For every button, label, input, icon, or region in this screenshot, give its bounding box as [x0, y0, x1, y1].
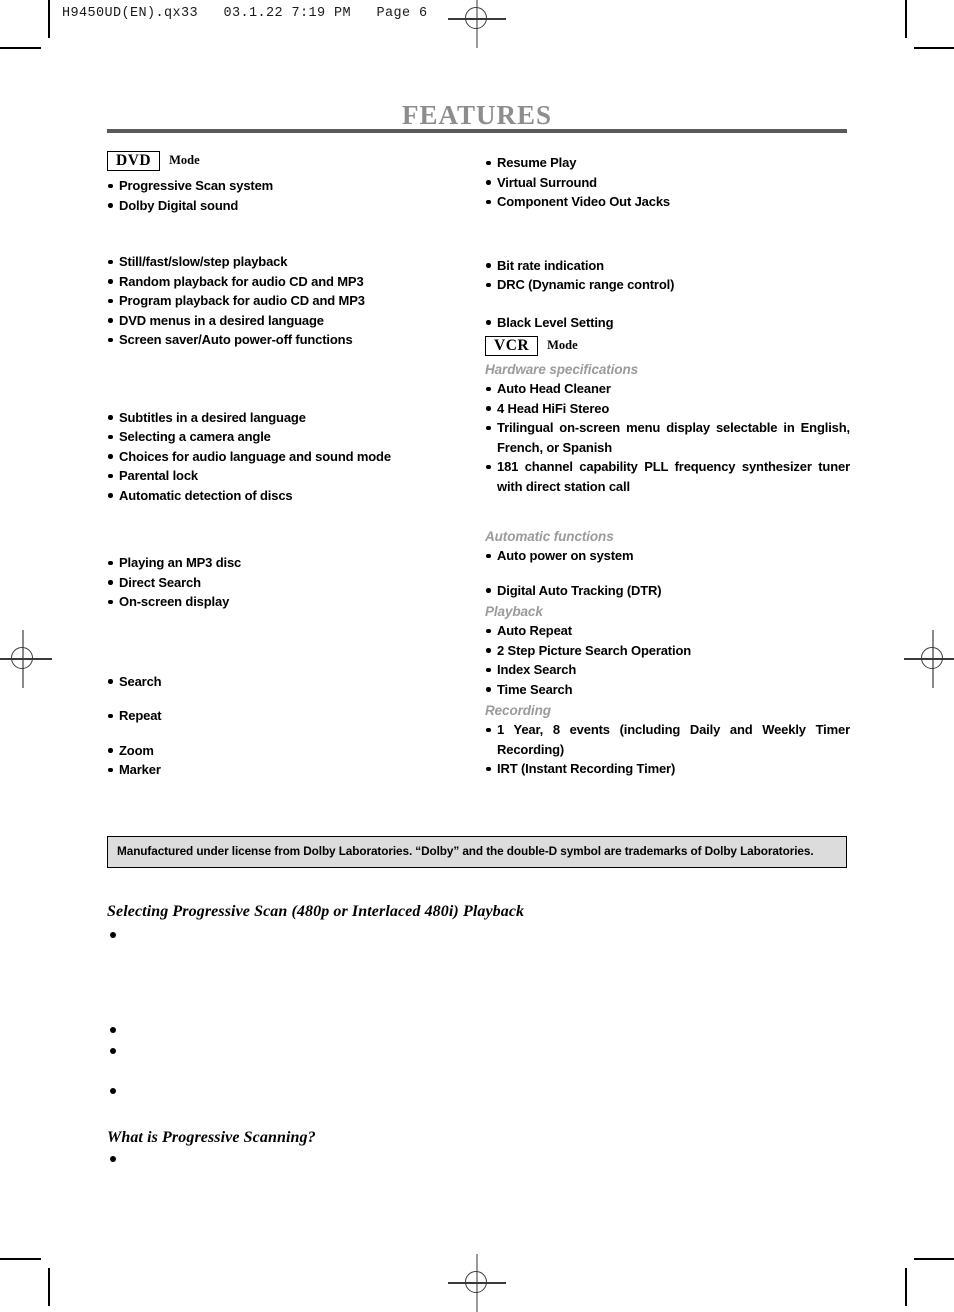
- list-item-text: 181 channel capability PLL frequency syn…: [497, 459, 850, 494]
- list-item: Direct Search: [107, 573, 472, 593]
- section-label-hardware-specifications: Hardware specifications: [485, 362, 639, 377]
- right-column: Resume Play Virtual Surround Component V…: [485, 150, 850, 779]
- crop-mark-top-left-horizontal: [0, 47, 41, 49]
- section-label-automatic-functions: Automatic functions: [485, 529, 614, 544]
- list-item: Playing an MP3 disc: [107, 553, 472, 573]
- registration-mark-right-icon: [904, 630, 954, 688]
- list-item: 4 Head HiFi Stereo: [485, 399, 850, 419]
- list-item: Parental lock: [107, 466, 472, 486]
- vcr-mode-label: Mode: [547, 338, 578, 352]
- dvd-mode-chip: DVD: [107, 150, 161, 171]
- list-item: Component Video Out Jacks: [485, 192, 850, 212]
- list-item: Virtual Surround: [485, 173, 850, 193]
- list-item: Still/fast/slow/step playback: [107, 252, 472, 272]
- list-item-text: 1 Year, 8 events (including Daily and We…: [497, 722, 850, 757]
- crop-mark-bottom-right-horizontal: [914, 1258, 954, 1260]
- list-item: On-screen display: [107, 592, 472, 612]
- crop-mark-bottom-right-vertical: [905, 1268, 907, 1306]
- list-item: Trilingual on-screen menu display select…: [485, 418, 850, 457]
- list-item: Automatic detection of discs: [107, 486, 472, 506]
- list-item: Index Search: [485, 660, 850, 680]
- registration-mark-bottom-icon: [448, 1254, 506, 1312]
- list-item: 1 Year, 8 events (including Daily and We…: [485, 720, 850, 759]
- print-header-filename: H9450UD(EN).qx33 03.1.22 7:19 PM Page 6: [62, 6, 428, 21]
- list-item: Dolby Digital sound: [107, 196, 472, 216]
- title-divider: [107, 129, 847, 133]
- crop-mark-top-left-vertical: [48, 0, 50, 38]
- list-item: Auto Repeat: [485, 621, 850, 641]
- list-item: Selecting a camera angle: [107, 427, 472, 447]
- list-item: Screen saver/Auto power-off functions: [107, 330, 472, 350]
- list-item: Random playback for audio CD and MP3: [107, 272, 472, 292]
- heading-selecting-progressive-scan: Selecting Progressive Scan (480p or Inte…: [107, 903, 525, 920]
- list-item: Choices for audio language and sound mod…: [107, 447, 472, 467]
- page-title: FEATURES: [401, 100, 553, 130]
- empty-bullet-marker: [110, 1048, 116, 1054]
- list-item: DRC (Dynamic range control): [485, 275, 850, 295]
- list-item: Time Search: [485, 680, 850, 700]
- dvd-mode-row: DVD Mode: [107, 150, 472, 171]
- section-label-recording: Recording: [485, 703, 551, 718]
- vcr-mode-chip: VCR: [485, 335, 539, 356]
- heading-what-is-progressive-scanning: What is Progressive Scanning?: [107, 1129, 316, 1146]
- list-item: Search: [107, 672, 472, 692]
- list-item: 2 Step Picture Search Operation: [485, 641, 850, 661]
- crop-mark-bottom-left-vertical: [48, 1268, 50, 1306]
- empty-bullet-marker: [110, 1088, 116, 1094]
- left-column: DVD Mode Progressive Scan system Dolby D…: [107, 150, 472, 780]
- dolby-license-notice: Manufactured under license from Dolby La…: [107, 836, 847, 868]
- list-item: 181 channel capability PLL frequency syn…: [485, 457, 850, 496]
- list-item: DVD menus in a desired language: [107, 311, 472, 331]
- list-item: Black Level Setting: [485, 313, 850, 333]
- dvd-mode-label: Mode: [169, 153, 200, 167]
- crop-mark-bottom-left-horizontal: [0, 1258, 41, 1260]
- list-item: Auto Head Cleaner: [485, 379, 850, 399]
- list-item: Resume Play: [485, 153, 850, 173]
- empty-bullet-marker: [110, 1156, 116, 1162]
- list-item: Auto power on system: [485, 546, 850, 566]
- list-item: Zoom: [107, 741, 472, 761]
- registration-mark-left-icon: [0, 630, 52, 688]
- crop-mark-top-right-vertical: [905, 0, 907, 38]
- list-item: Subtitles in a desired language: [107, 408, 472, 428]
- registration-mark-top-icon: [448, 0, 506, 48]
- list-item: Repeat: [107, 706, 472, 726]
- list-item: Marker: [107, 760, 472, 780]
- list-item-text: Trilingual on-screen menu display select…: [497, 420, 850, 455]
- vcr-mode-row: VCR Mode: [485, 335, 850, 356]
- section-label-playback: Playback: [485, 604, 543, 619]
- list-item: Progressive Scan system: [107, 176, 472, 196]
- list-item: IRT (Instant Recording Timer): [485, 759, 850, 779]
- empty-bullet-marker: [110, 1027, 116, 1033]
- crop-mark-top-right-horizontal: [914, 47, 954, 49]
- list-item: Bit rate indication: [485, 256, 850, 276]
- list-item: Program playback for audio CD and MP3: [107, 291, 472, 311]
- list-item: Digital Auto Tracking (DTR): [485, 581, 850, 601]
- empty-bullet-marker: [110, 932, 116, 938]
